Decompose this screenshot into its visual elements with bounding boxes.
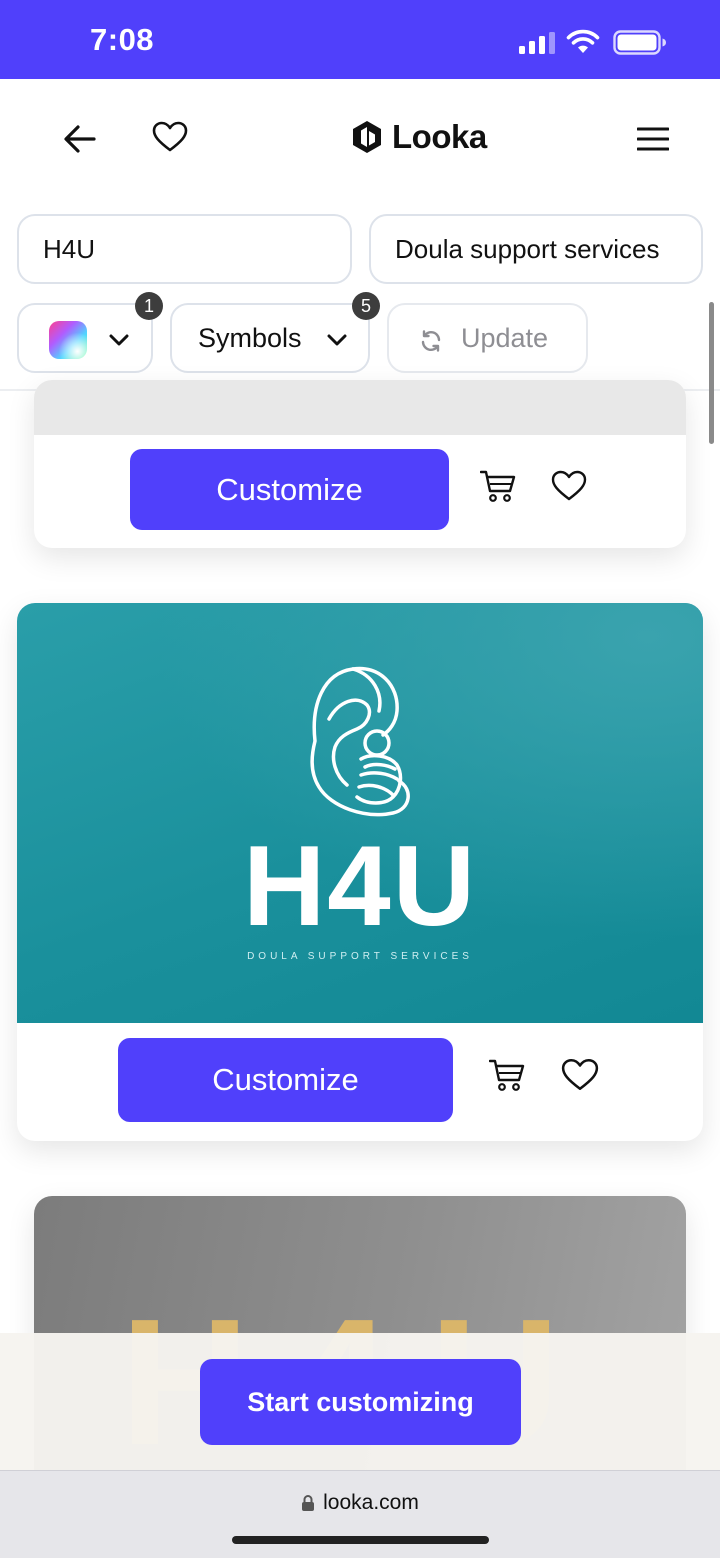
heart-icon (551, 470, 587, 501)
wifi-icon (566, 29, 600, 53)
logo-card: Customize (34, 380, 686, 548)
symbols-filter-label: Symbols (198, 323, 302, 353)
symbols-filter-count-badge: 5 (352, 292, 380, 320)
logo-wordmark: H4U (242, 823, 478, 950)
add-to-cart-button[interactable] (487, 1055, 527, 1095)
back-button[interactable] (58, 119, 102, 159)
home-indicator (232, 1536, 489, 1544)
scrollbar[interactable] (709, 302, 714, 444)
heart-icon (152, 121, 188, 152)
lock-icon (302, 1495, 315, 1511)
color-swatch-icon (49, 321, 87, 359)
status-time: 7:08 (90, 22, 155, 57)
url-text: looka.com (323, 1491, 419, 1514)
mother-and-child-icon (310, 666, 410, 817)
back-arrow-icon (64, 125, 96, 153)
customize-button[interactable]: Customize (118, 1038, 453, 1122)
cart-icon (480, 470, 516, 502)
brand-name: Looka (392, 118, 487, 155)
top-navigation: Looka (0, 79, 720, 197)
update-button[interactable]: Update (387, 303, 588, 373)
heart-icon (561, 1058, 599, 1090)
favorite-logo-button[interactable] (560, 1055, 600, 1095)
battery-icon (613, 30, 666, 55)
status-bar: 7:08 (0, 0, 720, 79)
logo-preview[interactable]: H4U DOULA SUPPORT SERVICES (17, 603, 703, 1023)
favorite-button[interactable] (150, 117, 190, 157)
favorite-logo-button[interactable] (549, 466, 589, 506)
cellular-signal-icon (519, 32, 555, 54)
refresh-icon (421, 330, 441, 352)
start-customizing-button[interactable]: Start customizing (200, 1359, 521, 1445)
company-name-field[interactable]: H4U (17, 214, 352, 284)
add-to-cart-button[interactable] (478, 466, 518, 506)
logo-preview[interactable] (34, 380, 686, 435)
customize-button[interactable]: Customize (130, 449, 449, 530)
hamburger-menu-icon (637, 127, 669, 151)
logo-tagline: DOULA SUPPORT SERVICES (247, 951, 473, 962)
browser-address-bar[interactable]: looka.com (0, 1470, 720, 1558)
menu-button[interactable] (633, 121, 673, 157)
url-display[interactable]: looka.com (0, 1491, 720, 1515)
symbols-filter[interactable]: Symbols (170, 303, 370, 373)
cart-icon (489, 1059, 525, 1091)
industry-field[interactable]: Doula support services (369, 214, 703, 284)
brand-logo[interactable]: Looka (350, 118, 487, 155)
update-label: Update (461, 323, 549, 353)
looka-logo-icon (353, 121, 381, 153)
chevron-down-icon (109, 334, 129, 346)
color-filter[interactable] (17, 303, 153, 373)
chevron-down-icon (327, 334, 347, 346)
logo-card: H4U DOULA SUPPORT SERVICES Customize (17, 603, 703, 1141)
color-filter-count-badge: 1 (135, 292, 163, 320)
